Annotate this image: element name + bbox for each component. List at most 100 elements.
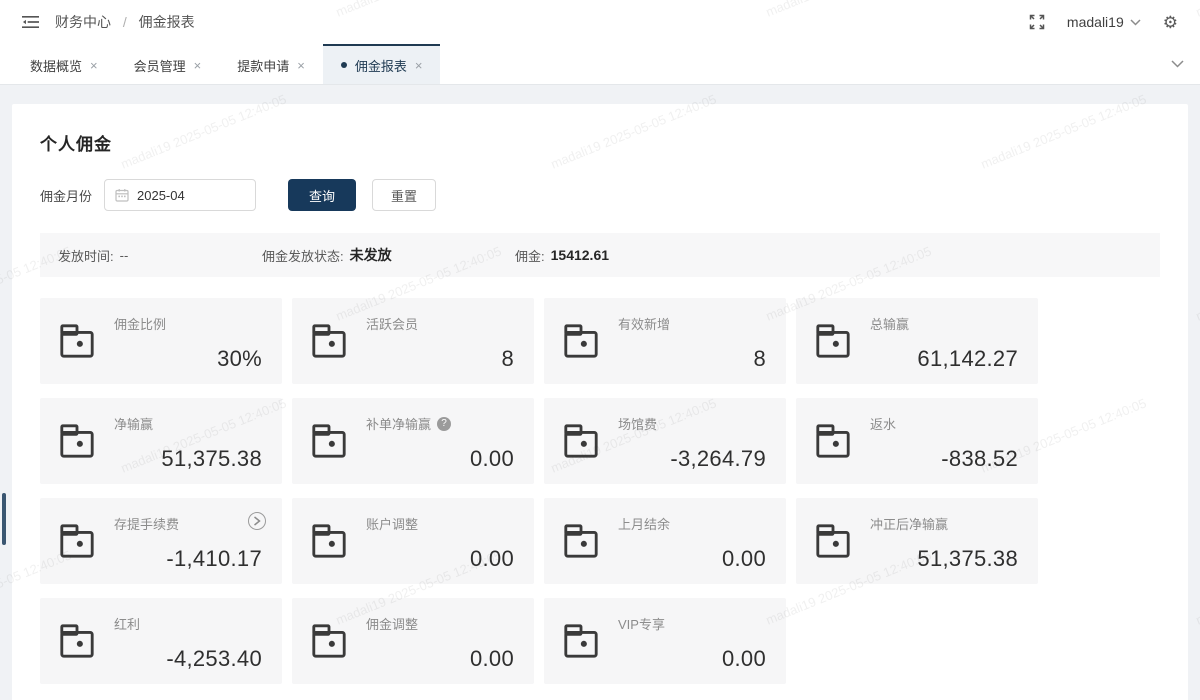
tab-label: 数据概览 [30, 56, 82, 75]
summary-bar: 发放时间: -- 佣金发放状态: 未发放 佣金: 15412.61 [40, 233, 1160, 277]
query-button[interactable]: 查询 [288, 179, 356, 211]
stat-card-value: 0.00 [470, 446, 514, 472]
stat-card-label: 冲正后净输赢 [870, 514, 948, 533]
stat-card-label: 上月结余 [618, 514, 670, 533]
issue-status: 佣金发放状态: 未发放 [244, 245, 497, 265]
user-menu[interactable]: madali19 [1067, 14, 1141, 30]
wallet-icon [58, 422, 96, 460]
issue-time: 发放时间: -- [40, 246, 244, 265]
tab-close-icon[interactable]: × [297, 59, 305, 72]
month-picker[interactable]: 2025-04 [104, 179, 256, 211]
stat-card: 总输赢 ? 61,142.27 [796, 298, 1038, 384]
commission-value: 15412.61 [551, 247, 609, 263]
stat-card-value: 30% [217, 346, 262, 372]
issue-time-label: 发放时间: [58, 246, 114, 265]
stat-card: VIP专享 ? 0.00 [544, 598, 786, 684]
stat-card-label: 佣金比例 [114, 314, 166, 333]
wallet-icon [562, 622, 600, 660]
stat-card-value: 0.00 [470, 646, 514, 672]
filter-form: 佣金月份 2025-04 查询 重置 [40, 179, 1160, 211]
stat-card-label: 有效新增 [618, 314, 670, 333]
tab-label: 会员管理 [134, 56, 186, 75]
menu-fold-icon[interactable] [22, 15, 39, 29]
content-background: 个人佣金 佣金月份 2025-04 查询 重置 发放时间: -- [0, 86, 1200, 700]
fullscreen-icon[interactable] [1029, 14, 1045, 30]
stat-card: 存提手续费 ? -1,410.17 [40, 498, 282, 584]
stat-card-label: 总输赢 [870, 314, 909, 333]
gear-icon[interactable]: ⚙ [1163, 14, 1178, 31]
username: madali19 [1067, 14, 1124, 30]
top-bar: 财务中心 / 佣金报表 madali19 ⚙ [0, 0, 1200, 44]
issue-status-label: 佣金发放状态: [262, 246, 344, 265]
wallet-icon [562, 522, 600, 560]
wallet-icon [310, 622, 348, 660]
wallet-icon [310, 522, 348, 560]
breadcrumb-current: 佣金报表 [139, 14, 195, 30]
left-scroll-indicator[interactable] [2, 493, 6, 545]
stat-card: 佣金比例 ? 30% [40, 298, 282, 384]
commission-label: 佣金: [515, 246, 545, 265]
tab-label: 佣金报表 [355, 56, 407, 75]
expand-icon[interactable] [248, 512, 266, 530]
stat-card-value: 8 [501, 346, 514, 372]
stat-card-value: 51,375.38 [161, 446, 262, 472]
wallet-icon [814, 522, 852, 560]
breadcrumb: 财务中心 / 佣金报表 [55, 12, 195, 32]
wallet-icon [58, 622, 96, 660]
breadcrumb-parent[interactable]: 财务中心 [55, 14, 111, 30]
tab-0[interactable]: 数据概览 × [12, 44, 116, 84]
stat-card: 净输赢 ? 51,375.38 [40, 398, 282, 484]
stat-card-label: 返水 [870, 414, 896, 433]
tab-1[interactable]: 会员管理 × [116, 44, 220, 84]
stat-card-label: 场馆费 [618, 414, 657, 433]
stat-card-grid: 佣金比例 ? 30% 活跃会员 ? 8 有效新增 ? [40, 298, 1160, 684]
breadcrumb-separator: / [123, 14, 127, 30]
stat-card: 补单净输赢 ? 0.00 [292, 398, 534, 484]
stat-card-value: 51,375.38 [917, 546, 1018, 572]
stat-card-label: 佣金调整 [366, 614, 418, 633]
stat-card-label: 活跃会员 [366, 314, 418, 333]
stat-card: 场馆费 ? -3,264.79 [544, 398, 786, 484]
commission-total: 佣金: 15412.61 [497, 246, 609, 265]
stat-card: 上月结余 ? 0.00 [544, 498, 786, 584]
tab-label: 提款申请 [237, 56, 289, 75]
stat-card: 返水 ? -838.52 [796, 398, 1038, 484]
stat-card: 佣金调整 ? 0.00 [292, 598, 534, 684]
tabbar-chevron-down-icon[interactable] [1171, 44, 1184, 84]
stat-card: 红利 ? -4,253.40 [40, 598, 282, 684]
commission-panel: 个人佣金 佣金月份 2025-04 查询 重置 发放时间: -- [12, 104, 1188, 700]
stat-card-label: 净输赢 [114, 414, 153, 433]
wallet-icon [58, 522, 96, 560]
wallet-icon [310, 422, 348, 460]
help-icon[interactable]: ? [437, 417, 451, 431]
active-tab-dot [341, 62, 347, 68]
wallet-icon [310, 322, 348, 360]
stat-card: 有效新增 ? 8 [544, 298, 786, 384]
stat-card-value: 8 [753, 346, 766, 372]
tab-close-icon[interactable]: × [415, 59, 423, 72]
stat-card: 账户调整 ? 0.00 [292, 498, 534, 584]
calendar-icon [115, 188, 129, 202]
stat-card-label: 存提手续费 [114, 514, 179, 533]
wallet-icon [814, 422, 852, 460]
chevron-down-icon [1130, 19, 1141, 26]
stat-card-label: VIP专享 [618, 614, 665, 633]
stat-card-value: -1,410.17 [166, 546, 262, 572]
stat-card: 冲正后净输赢 ? 51,375.38 [796, 498, 1038, 584]
stat-card-label: 补单净输赢 [366, 414, 431, 433]
stat-card-value: 0.00 [470, 546, 514, 572]
page-title: 个人佣金 [12, 104, 1188, 155]
tab-close-icon[interactable]: × [194, 59, 202, 72]
stat-card-value: -838.52 [941, 446, 1018, 472]
tab-2[interactable]: 提款申请 × [219, 44, 323, 84]
tab-close-icon[interactable]: × [90, 59, 98, 72]
stat-card-value: 0.00 [722, 646, 766, 672]
tabs-container: 数据概览 × 会员管理 × 提款申请 × 佣金报表 × [12, 44, 440, 84]
wallet-icon [562, 422, 600, 460]
reset-button[interactable]: 重置 [372, 179, 436, 211]
stat-card-label: 红利 [114, 614, 140, 633]
tab-3-active[interactable]: 佣金报表 × [323, 44, 441, 84]
wallet-icon [58, 322, 96, 360]
stat-card-value: 61,142.27 [917, 346, 1018, 372]
stat-card-label: 账户调整 [366, 514, 418, 533]
